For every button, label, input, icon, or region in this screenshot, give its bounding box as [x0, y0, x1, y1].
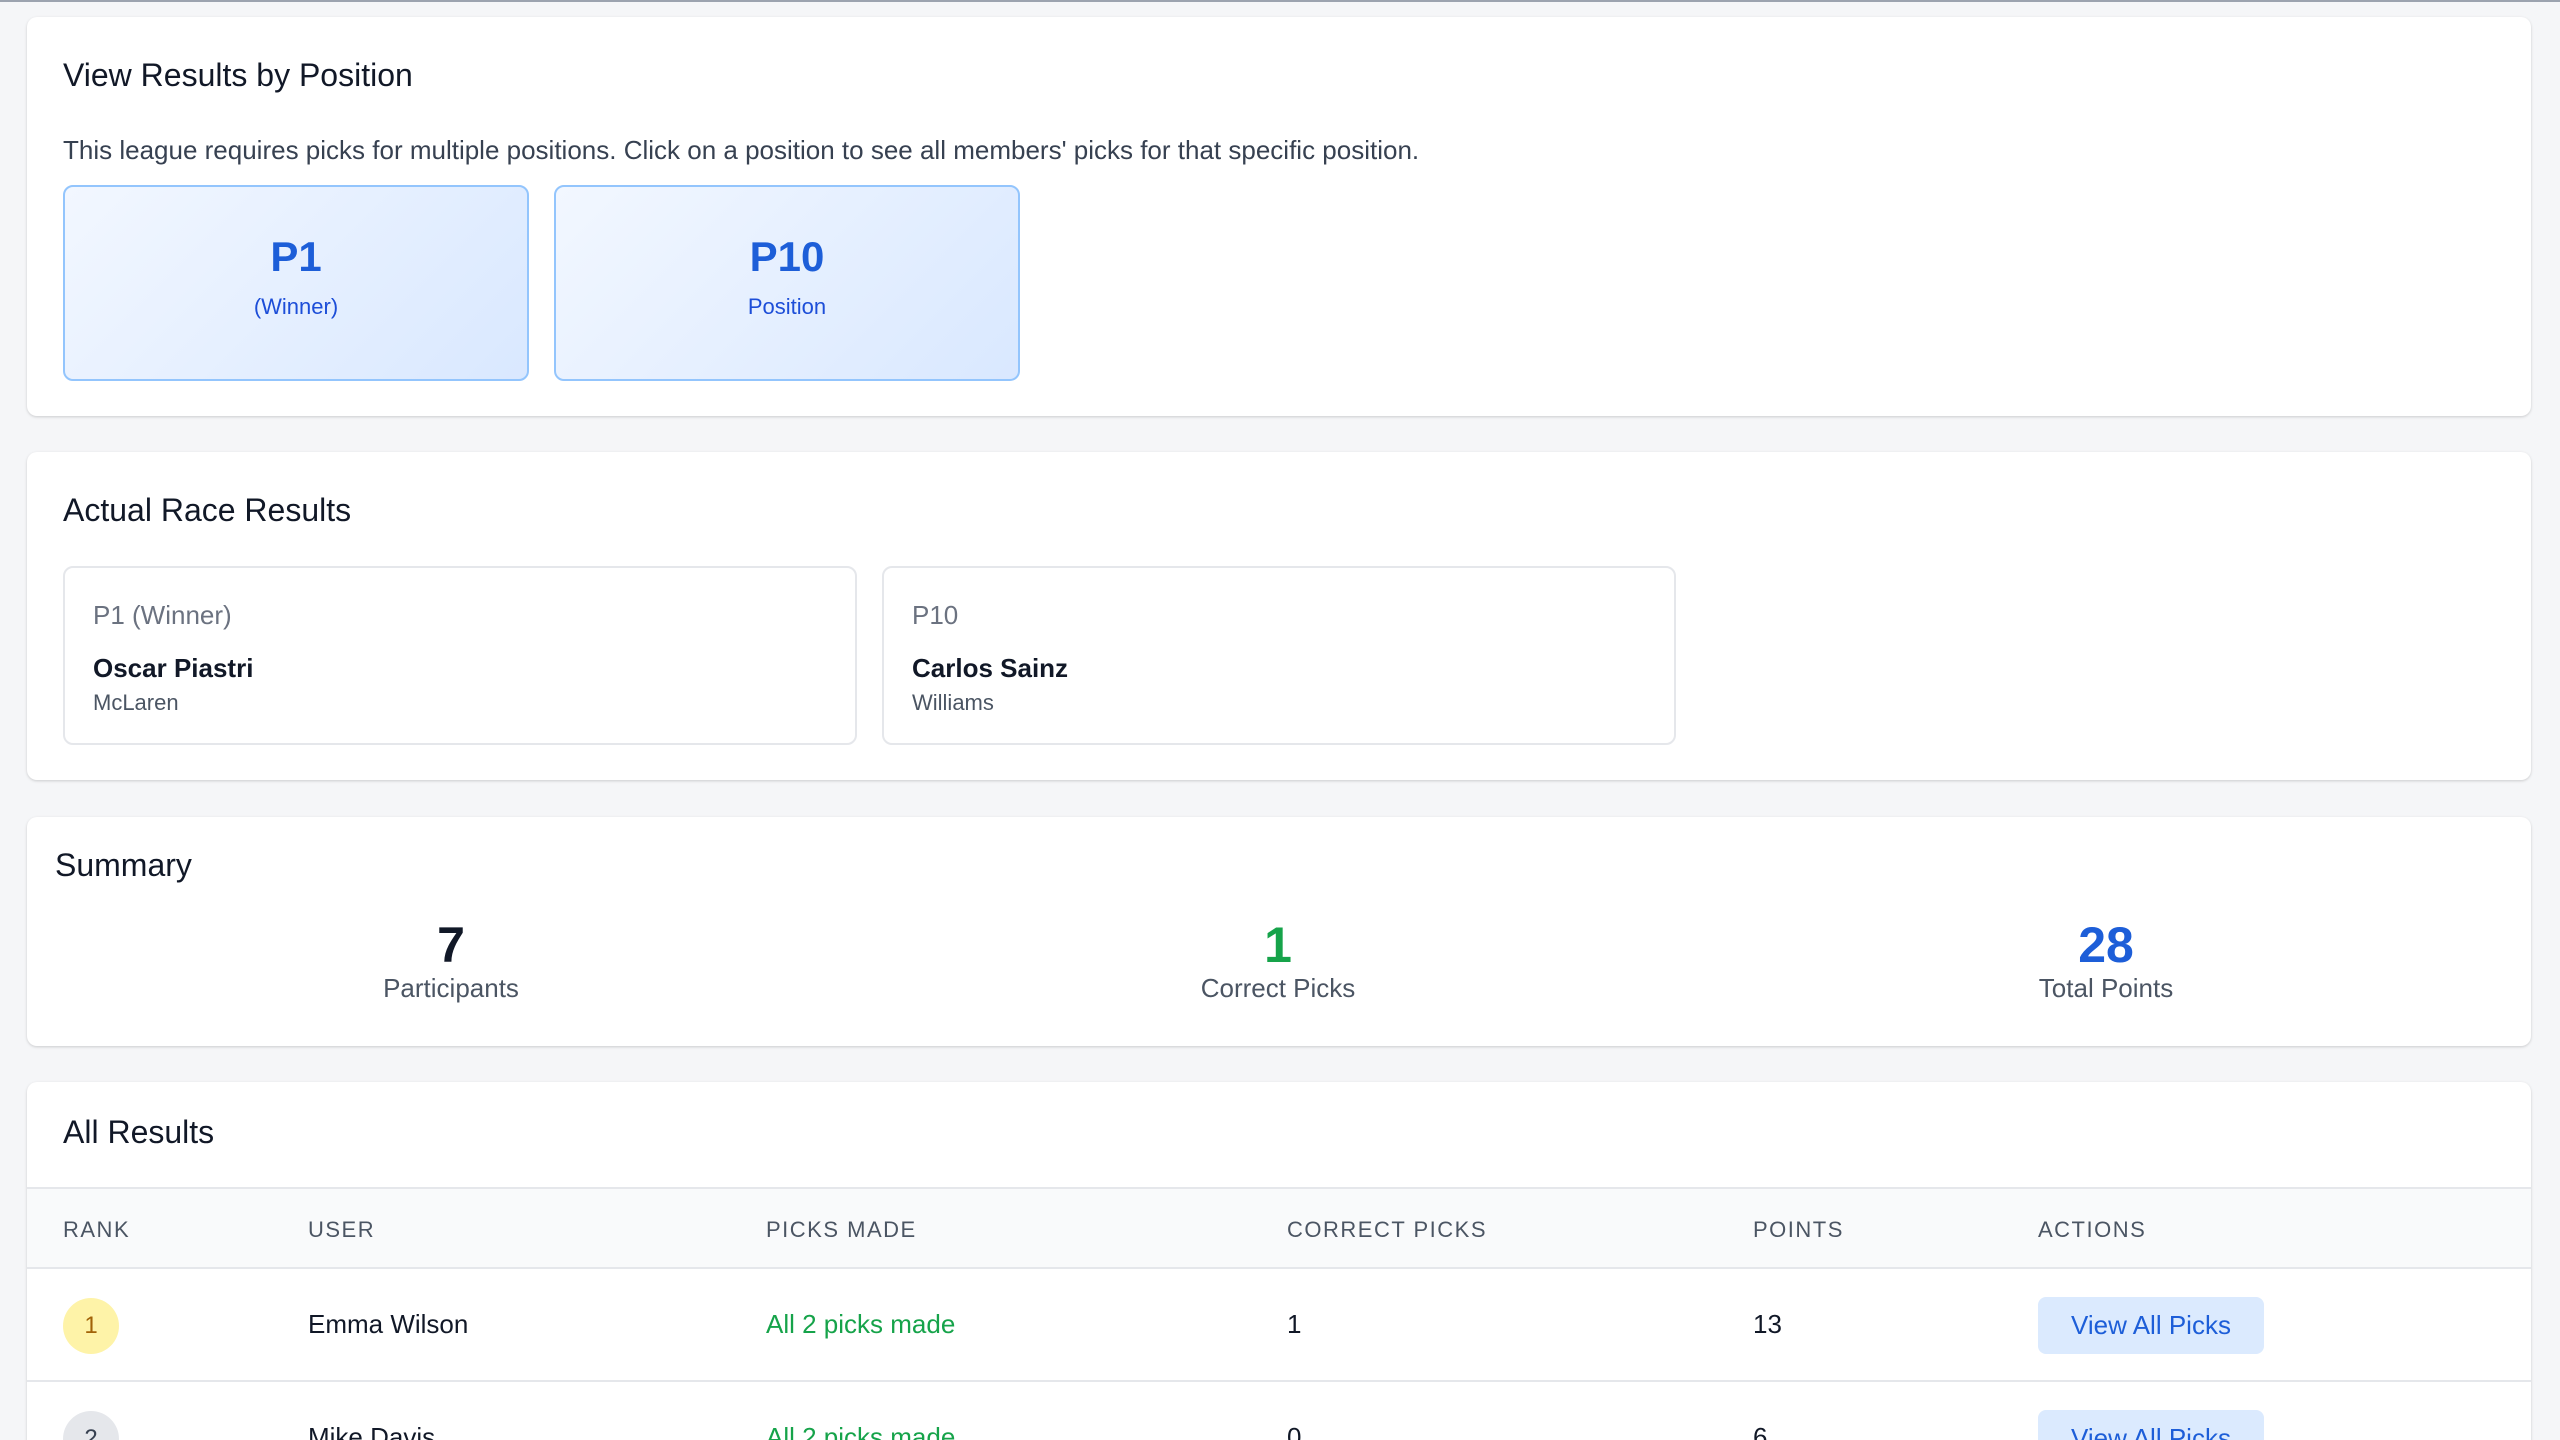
position-subtitle: Position: [747, 294, 827, 319]
all-results-title: All Results: [63, 1114, 215, 1150]
table-row: 1 Emma Wilson All 2 picks made 1 13 View…: [27, 1269, 2531, 1382]
result-position: P1 (Winner): [93, 600, 232, 630]
summary-card: Summary 7 Participants 1 Correct Picks 2…: [27, 817, 2531, 1046]
correct-picks-count: 1: [1287, 1309, 1302, 1339]
result-team: McLaren: [93, 690, 179, 715]
points-value: 13: [1753, 1309, 1782, 1339]
result-position: P10: [912, 600, 959, 630]
stat-value: 7: [437, 917, 465, 973]
all-results-card: All Results RANK USER PICKS MADE CORRECT…: [27, 1082, 2531, 1440]
column-header-actions: ACTIONS: [2038, 1217, 2147, 1242]
stat-total-points: 28 Total Points: [1806, 917, 2406, 1004]
column-header-correct-picks: CORRECT PICKS: [1287, 1217, 1488, 1242]
user-name: Emma Wilson: [308, 1309, 469, 1339]
result-box-p1: P1 (Winner) Oscar Piastri McLaren: [63, 566, 857, 745]
table-row: 2 Mike Davis All 2 picks made 0 6 View A…: [27, 1382, 2531, 1440]
result-team: Williams: [912, 690, 994, 715]
positions-card: View Results by Position This league req…: [27, 17, 2531, 416]
position-button-p10[interactable]: P10 Position: [554, 185, 1020, 381]
result-box-p10: P10 Carlos Sainz Williams: [882, 566, 1676, 745]
positions-title: View Results by Position: [63, 57, 413, 93]
top-border-line: [0, 0, 2560, 2]
rank-badge: 2: [63, 1411, 119, 1440]
picks-made-status: All 2 picks made: [766, 1422, 956, 1440]
view-all-picks-button[interactable]: View All Picks: [2038, 1410, 2264, 1440]
stat-participants: 7 Participants: [151, 917, 751, 1004]
stat-value: 28: [2078, 917, 2134, 973]
column-header-rank: RANK: [63, 1217, 131, 1242]
rank-badge: 1: [63, 1298, 119, 1354]
user-name: Mike Davis: [308, 1422, 436, 1440]
actual-results-card: Actual Race Results P1 (Winner) Oscar Pi…: [27, 452, 2531, 780]
result-driver: Carlos Sainz: [912, 653, 1069, 683]
points-value: 6: [1753, 1422, 1768, 1440]
stat-value: 1: [1264, 917, 1292, 973]
stat-correct-picks: 1 Correct Picks: [978, 917, 1578, 1004]
column-header-user: USER: [308, 1217, 376, 1242]
position-code: P1: [270, 233, 322, 280]
correct-picks-count: 0: [1287, 1422, 1302, 1440]
result-driver: Oscar Piastri: [93, 653, 254, 683]
positions-description: This league requires picks for multiple …: [63, 135, 1420, 165]
summary-title: Summary: [55, 847, 192, 883]
column-header-points: POINTS: [1753, 1217, 1844, 1242]
stat-label: Participants: [383, 973, 519, 1003]
view-all-picks-button[interactable]: View All Picks: [2038, 1297, 2264, 1354]
position-code: P10: [749, 233, 825, 280]
column-header-picks-made: PICKS MADE: [766, 1217, 917, 1242]
picks-made-status: All 2 picks made: [766, 1309, 956, 1339]
table-header: RANK USER PICKS MADE CORRECT PICKS POINT…: [27, 1187, 2531, 1269]
position-button-p1[interactable]: P1 (Winner): [63, 185, 529, 381]
stat-label: Correct Picks: [1200, 973, 1356, 1003]
position-subtitle: (Winner): [253, 294, 339, 319]
actual-results-title: Actual Race Results: [63, 492, 352, 528]
stat-label: Total Points: [2038, 973, 2174, 1003]
